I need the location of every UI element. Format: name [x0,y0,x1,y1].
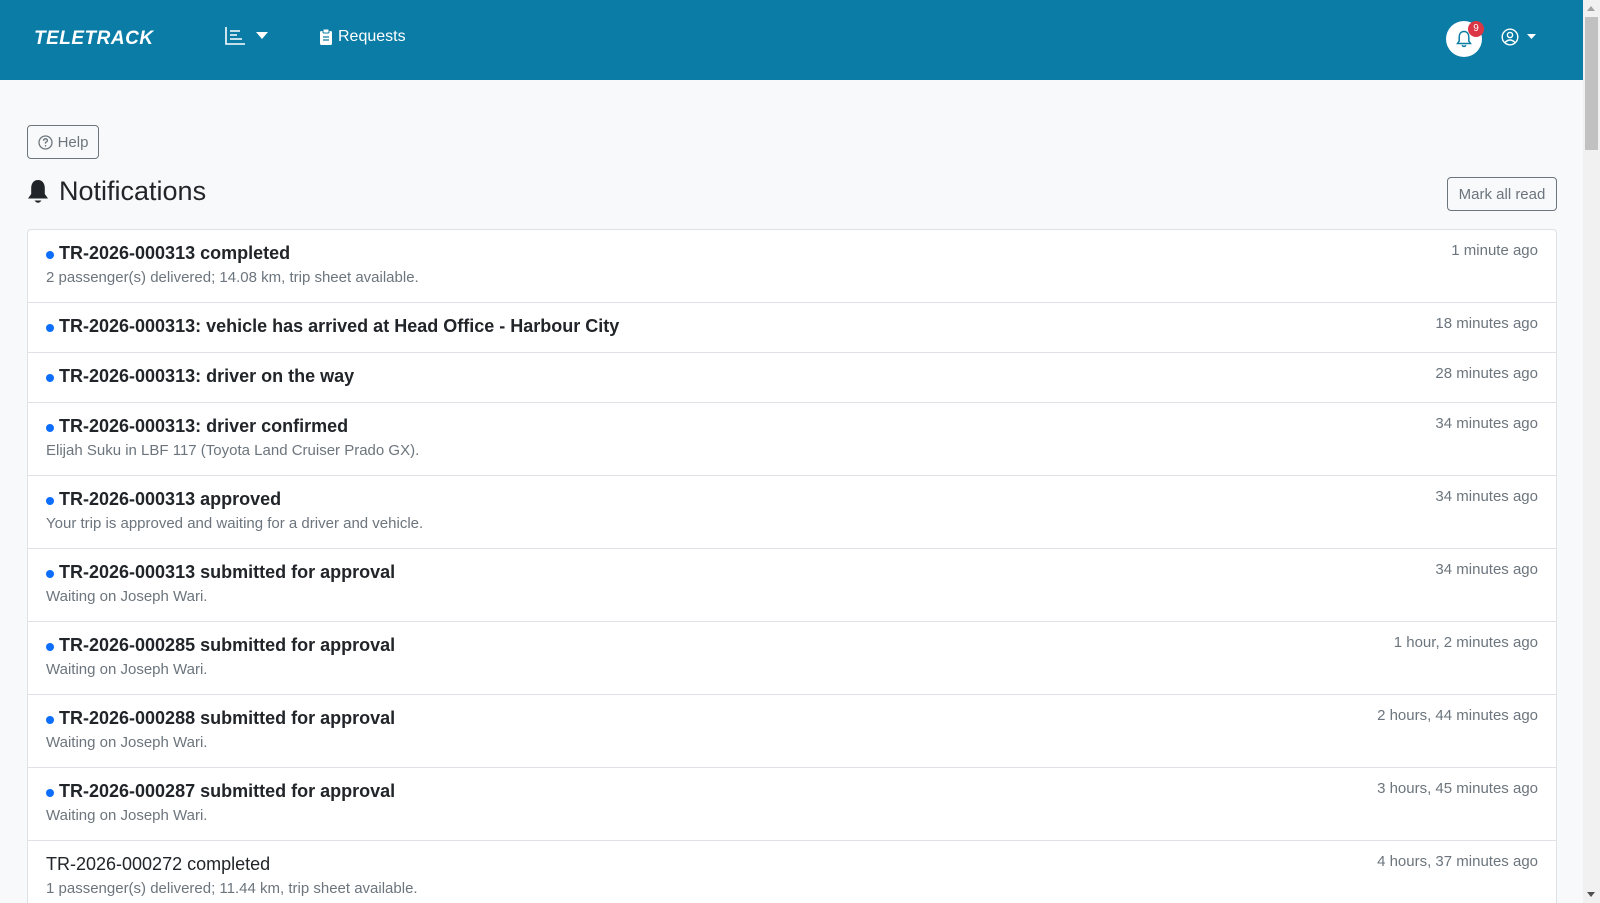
help-button[interactable]: Help [27,125,99,159]
unread-dot-icon [46,715,54,724]
top-navbar: TELETRACK Requests 9 [0,0,1583,80]
scrollbar-thumb[interactable] [1585,17,1598,150]
nav-requests-link[interactable]: Requests [320,28,406,46]
notification-body: 2 passenger(s) delivered; 14.08 km, trip… [46,269,419,286]
notification-title: TR-2026-000313 approved [46,488,1538,510]
help-button-label: Help [57,133,89,151]
nav-requests-label: Requests [338,28,406,45]
unread-dot-icon [46,323,54,332]
notification-item[interactable]: TR-2026-000285 submitted for approval Wai… [28,622,1556,695]
mark-all-read-button[interactable]: Mark all read [1447,177,1557,211]
unread-dot-icon [46,569,54,578]
notification-timestamp: 4 hours, 37 minutes ago [1377,853,1538,870]
brand-logo[interactable]: TELETRACK [34,28,154,50]
clipboard-icon [320,29,332,45]
notification-item[interactable]: TR-2026-000272 completed 1 passenger(s) d… [28,841,1556,903]
notification-title: TR-2026-000313: driver on the way [46,365,1538,387]
notification-title-text: TR-2026-000313: vehicle has arrived at H… [59,316,620,336]
notification-timestamp: 34 minutes ago [1435,415,1538,432]
notification-item[interactable]: TR-2026-000313 completed 2 passenger(s) d… [28,230,1556,303]
notification-body: Elijah Suku in LBF 117 (Toyota Land Crui… [46,442,420,459]
notification-item[interactable]: TR-2026-000313: vehicle has arrived at H… [28,303,1556,353]
notification-body: 1 passenger(s) delivered; 11.44 km, trip… [46,880,418,897]
unread-dot-icon [46,250,54,259]
notification-title: TR-2026-000313 completed [46,242,1538,264]
question-circle-icon [37,134,53,150]
notification-title-text: TR-2026-000272 completed [46,854,271,874]
notification-timestamp: 1 hour, 2 minutes ago [1393,634,1538,651]
notification-timestamp: 28 minutes ago [1435,365,1538,382]
notification-body: Waiting on Joseph Wari. [46,588,208,605]
scroll-down-arrow[interactable] [1587,892,1595,897]
caret-down-icon [1527,34,1536,39]
page-title: Notifications [27,176,206,207]
notification-timestamp: 3 hours, 45 minutes ago [1377,780,1538,797]
unread-dot-icon [46,423,54,432]
notification-title-text: TR-2026-000313 completed [59,243,291,263]
notification-timestamp: 1 minute ago [1451,242,1538,259]
unread-dot-icon [46,642,54,651]
dashboard-menu-toggle[interactable] [224,26,268,46]
notification-title: TR-2026-000313: vehicle has arrived at H… [46,315,1538,337]
notification-item[interactable]: TR-2026-000288 submitted for approval Wai… [28,695,1556,768]
notification-title: TR-2026-000287 submitted for approval [46,780,1538,802]
notification-item[interactable]: TR-2026-000313: driver confirmed Elijah S… [28,403,1556,476]
notification-title: TR-2026-000313 submitted for approval [46,561,1538,583]
unread-dot-icon [46,373,54,382]
notification-body: Waiting on Joseph Wari. [46,661,208,678]
notification-title-text: TR-2026-000285 submitted for approval [59,635,396,655]
notification-timestamp: 2 hours, 44 minutes ago [1377,707,1538,724]
bell-icon [28,179,48,203]
notification-title: TR-2026-000285 submitted for approval [46,634,1538,656]
user-circle-icon [1501,28,1519,46]
notification-item[interactable]: TR-2026-000313 approved Your trip is appr… [28,476,1556,549]
notification-timestamp: 34 minutes ago [1435,561,1538,578]
notification-body: Waiting on Joseph Wari. [46,807,208,824]
bar-chart-icon [225,27,245,45]
scroll-up-arrow[interactable] [1587,6,1595,11]
notification-title-text: TR-2026-000313: driver confirmed [59,416,349,436]
notification-timestamp: 34 minutes ago [1435,488,1538,505]
notification-title: TR-2026-000313: driver confirmed [46,415,1538,437]
notification-title-text: TR-2026-000288 submitted for approval [59,708,396,728]
notification-title-text: TR-2026-000313 submitted for approval [59,562,396,582]
unread-dot-icon [46,496,54,505]
notification-title-text: TR-2026-000287 submitted for approval [59,781,396,801]
page-title-text: Notifications [59,176,207,206]
user-menu-toggle[interactable] [1501,28,1536,46]
notification-title: TR-2026-000288 submitted for approval [46,707,1538,729]
page-scrollbar[interactable] [1583,0,1600,903]
notification-item[interactable]: TR-2026-000287 submitted for approval Wai… [28,768,1556,841]
notification-body: Waiting on Joseph Wari. [46,734,208,751]
notification-item[interactable]: TR-2026-000313 submitted for approval Wai… [28,549,1556,622]
notification-item[interactable]: TR-2026-000313: driver on the way 28 minu… [28,353,1556,403]
notification-body: Your trip is approved and waiting for a … [46,515,424,532]
caret-down-icon [256,32,268,39]
notification-count-badge: 9 [1468,21,1484,37]
notification-title: TR-2026-000272 completed [46,853,1538,875]
notification-list: TR-2026-000313 completed 2 passenger(s) d… [27,229,1557,903]
notification-timestamp: 18 minutes ago [1435,315,1538,332]
notification-title-text: TR-2026-000313 approved [59,489,282,509]
notification-title-text: TR-2026-000313: driver on the way [59,366,355,386]
unread-dot-icon [46,788,54,797]
